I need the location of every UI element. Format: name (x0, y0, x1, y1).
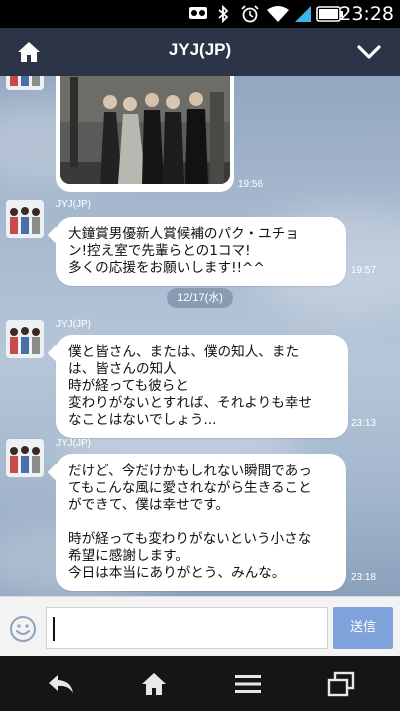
clock: 23:28 (339, 3, 394, 25)
status-bar: 23:28 (0, 0, 400, 28)
chevron-down-icon[interactable] (356, 42, 382, 62)
message-bubble[interactable]: 大鐘賞男優新人賞候補のパク・ユチョ ン!控え室で先輩らとの1コマ! 多くの応援を… (56, 217, 346, 286)
message-line: 変わりがないとすれば、それよりも幸せ (68, 395, 313, 411)
message-line: なことはないでしょう... (68, 412, 217, 428)
chat-area[interactable]: 19:56 JYJ(JP) 大鐘賞男優新人賞候補のパク・ユチョ ン!控え室で先輩… (0, 76, 400, 596)
send-button[interactable]: 送信 (333, 607, 393, 649)
bluetooth-icon (218, 5, 229, 23)
message-line: ン!控え室で先輩らとの1コマ! (68, 243, 251, 259)
message-line: 時が経っても変わりがないという小さな (68, 531, 312, 547)
sender-name: JYJ(JP) (56, 319, 91, 330)
sender-name: JYJ(JP) (56, 438, 91, 449)
message-time: 19:56 (238, 179, 264, 190)
avatar[interactable] (6, 320, 44, 358)
emoji-icon[interactable] (9, 615, 37, 643)
message-time: 19:57 (351, 265, 377, 276)
wifi-icon (267, 6, 289, 22)
message-line: 今日は本当にありがとう、みんな。 (68, 565, 286, 581)
message-time: 23:18 (351, 572, 377, 583)
message-line: 希望に感謝します。 (68, 548, 189, 564)
message-line: 僕と皆さん、または、僕の知人、また (68, 344, 300, 360)
date-separator: 12/17(水) (167, 288, 233, 308)
message-line: だけど、今だけかもしれない瞬間であっ (68, 463, 312, 479)
message-line: てもこんな風に愛されながら生きること (68, 480, 312, 496)
message-line: 多くの応援をお願いします!!^^ (68, 260, 265, 276)
message-input[interactable] (46, 607, 328, 649)
sender-name: JYJ(JP) (56, 199, 91, 210)
back-icon[interactable] (46, 671, 76, 697)
home-icon[interactable] (139, 671, 169, 697)
message-line: 大鐘賞男優新人賞候補のパク・ユチョ (68, 226, 299, 242)
recent-apps-icon[interactable] (326, 671, 356, 697)
avatar[interactable] (6, 439, 44, 477)
alarm-icon (241, 5, 259, 23)
chat-title: JYJ(JP) (168, 40, 232, 59)
system-nav-bar (0, 656, 400, 711)
message-input-bar: 送信 (0, 596, 400, 656)
message-line: は、皆さんの知人 (68, 361, 177, 377)
voicemail-icon (189, 7, 207, 19)
message-line: ができて、僕は幸せです。 (68, 497, 230, 513)
photo[interactable] (60, 76, 230, 184)
menu-icon[interactable] (233, 671, 263, 697)
message-line: 時が経っても彼らと (68, 378, 189, 394)
message-time: 23:13 (351, 418, 377, 429)
avatar[interactable] (6, 76, 44, 90)
text-caret (53, 617, 55, 641)
chat-header: JYJ(JP) (0, 28, 400, 76)
message-bubble[interactable]: 僕と皆さん、または、僕の知人、また は、皆さんの知人 時が経っても彼らと 変わり… (56, 335, 348, 438)
message-bubble[interactable]: だけど、今だけかもしれない瞬間であっ てもこんな風に愛されながら生きること がで… (56, 454, 346, 591)
signal-icon (295, 6, 311, 22)
message-line (68, 514, 334, 531)
photo-message[interactable] (56, 76, 234, 192)
avatar[interactable] (6, 200, 44, 238)
